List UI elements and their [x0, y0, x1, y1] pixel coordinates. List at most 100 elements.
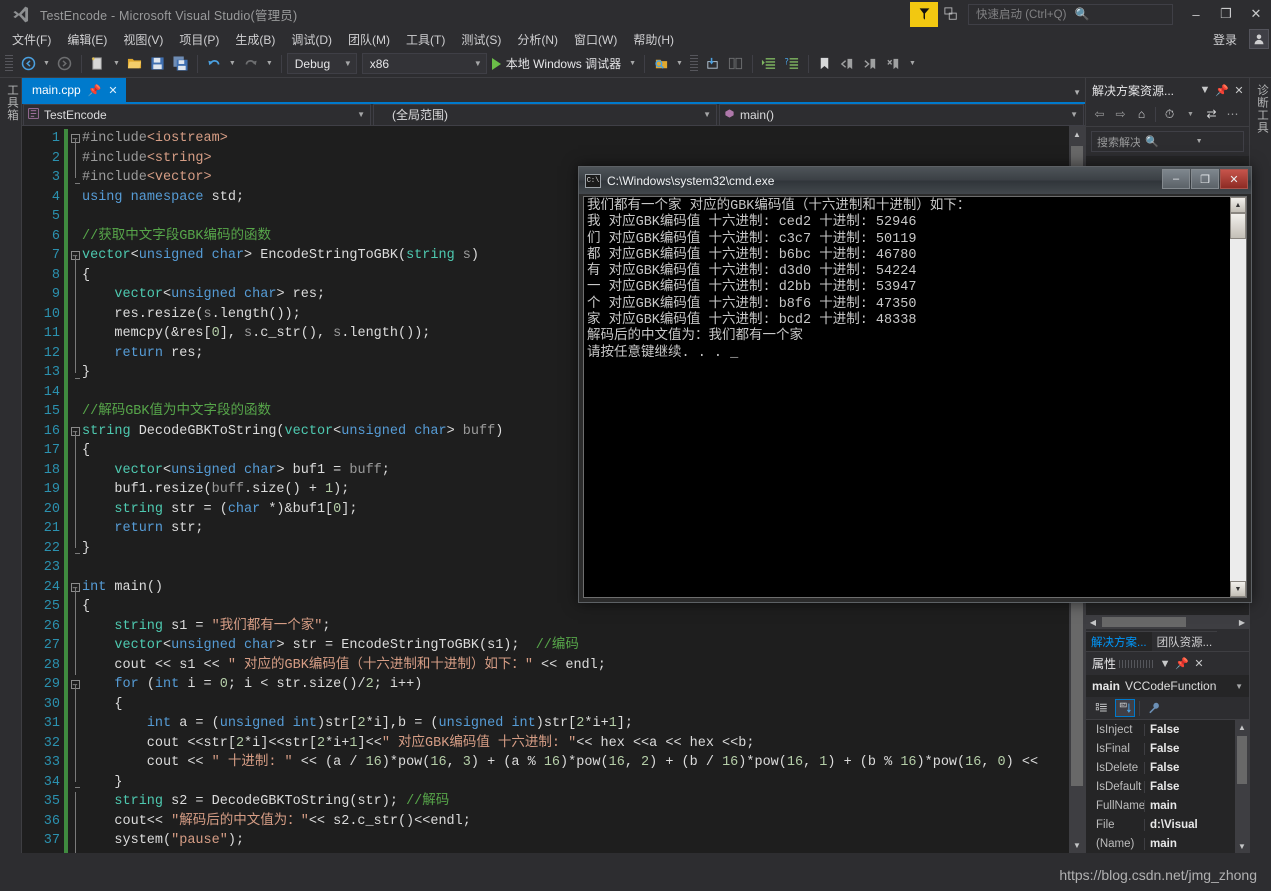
code-line[interactable]: for (int i = 0; i < str.size()/2; i++) — [82, 675, 1085, 695]
outline-marker[interactable]: – — [68, 675, 82, 695]
properties-wrench-icon[interactable] — [1144, 699, 1164, 717]
menu-item-analyze[interactable]: 分析(N) — [509, 29, 566, 50]
prop-scrollbar-thumb[interactable] — [1237, 736, 1247, 784]
navigate-back-icon[interactable] — [17, 53, 39, 75]
menu-item-debug[interactable]: 调试(D) — [283, 29, 340, 50]
bookmark-prev-icon[interactable] — [837, 53, 859, 75]
chevron-down-icon[interactable]: ▼ — [1191, 138, 1243, 145]
console-scrollbar[interactable]: ▲ ▼ — [1229, 197, 1246, 597]
pending-changes-icon[interactable]: ⏱ — [1160, 107, 1179, 122]
property-value[interactable]: False — [1144, 761, 1249, 774]
property-row[interactable]: File d:\Visual — [1086, 815, 1249, 834]
property-row[interactable]: IsDelete False — [1086, 758, 1249, 777]
solution-search-input[interactable]: 搜索解决方案资源管 🔍 ▼ — [1091, 131, 1244, 152]
user-account-icon[interactable] — [1249, 29, 1269, 49]
close-button[interactable]: ✕ — [1241, 0, 1271, 28]
configuration-combo[interactable]: Debug ▼ — [286, 53, 357, 74]
menu-item-file[interactable]: 文件(F) — [4, 29, 59, 50]
property-row[interactable]: FullName main — [1086, 796, 1249, 815]
diagnostic-tools-rail[interactable]: 诊断工具 — [1249, 78, 1271, 853]
feedback-flag-icon[interactable] — [910, 1, 938, 27]
scroll-up-arrow-icon[interactable]: ▲ — [1235, 720, 1249, 734]
close-icon[interactable]: ✕ — [1192, 657, 1206, 670]
navigate-forward-icon[interactable] — [54, 53, 76, 75]
find-dropdown-icon[interactable]: ▼ — [673, 60, 686, 67]
code-line[interactable]: { — [82, 695, 1085, 715]
hscroll-thumb[interactable] — [1102, 617, 1186, 627]
redo-dropdown-icon[interactable]: ▼ — [263, 60, 276, 67]
drag-handle[interactable] — [1119, 659, 1156, 668]
categorized-view-icon[interactable] — [1091, 699, 1111, 717]
console-window[interactable]: C:\ C:\Windows\system32\cmd.exe – ❐ ✕ 我们… — [578, 166, 1252, 603]
code-line[interactable]: int a = (unsigned int)str[2*i],b = (unsi… — [82, 714, 1085, 734]
code-line[interactable]: } — [82, 773, 1085, 793]
scroll-right-arrow-icon[interactable]: ▶ — [1235, 618, 1249, 627]
pin-icon[interactable]: 📌 — [1215, 84, 1229, 97]
scroll-down-arrow-icon[interactable]: ▼ — [1069, 837, 1085, 853]
console-minimize-button[interactable]: – — [1162, 169, 1190, 189]
step-into-icon[interactable] — [702, 53, 724, 75]
quick-launch-input[interactable]: 快速启动 (Ctrl+Q) 🔍 — [968, 3, 1173, 25]
bookmark-overflow-icon[interactable]: ▼ — [906, 60, 919, 67]
property-value[interactable]: False — [1144, 742, 1249, 755]
new-item-dropdown-icon[interactable]: ▼ — [110, 60, 123, 67]
property-value[interactable]: main — [1144, 837, 1249, 850]
comment-icon[interactable]: ? — [781, 53, 803, 75]
nav-project-combo[interactable]: TestEncode ▼ — [23, 103, 371, 126]
scroll-up-arrow-icon[interactable]: ▲ — [1069, 126, 1085, 142]
screen-capture-icon[interactable] — [938, 0, 964, 28]
scroll-up-arrow-icon[interactable]: ▲ — [1230, 197, 1246, 213]
dock-tab-team[interactable]: 团队资源... — [1151, 631, 1218, 651]
outlining-margin[interactable]: – – – – – — [68, 126, 82, 853]
outline-marker[interactable]: – — [68, 422, 82, 441]
code-line[interactable]: return 0; — [82, 851, 1085, 854]
property-value[interactable]: main — [1144, 799, 1249, 812]
back-arrow-icon[interactable]: ⇦ — [1090, 107, 1109, 121]
tab-main-cpp[interactable]: main.cpp 📌 ✕ — [22, 78, 126, 102]
open-file-icon[interactable] — [124, 53, 146, 75]
save-icon[interactable] — [147, 53, 169, 75]
code-line[interactable]: cout << " 十进制: " << (a / 16)*pow(16, 3) … — [82, 753, 1085, 773]
menu-item-help[interactable]: 帮助(H) — [625, 29, 682, 50]
properties-scrollbar[interactable]: ▲ ▼ — [1235, 720, 1249, 853]
outline-marker[interactable]: – — [68, 578, 82, 597]
toolbox-rail[interactable]: 工具箱 — [0, 78, 22, 853]
platform-combo[interactable]: x86 ▼ — [361, 53, 487, 74]
code-line[interactable]: vector<unsigned char> str = EncodeString… — [82, 636, 1085, 656]
forward-arrow-icon[interactable]: ⇨ — [1111, 107, 1130, 121]
console-scrollbar-thumb[interactable] — [1230, 213, 1246, 239]
property-row[interactable]: IsInject False — [1086, 720, 1249, 739]
outline-marker[interactable]: – — [68, 129, 82, 149]
code-line[interactable]: string s2 = DecodeGBKToString(str); //解码 — [82, 792, 1085, 812]
chevron-down-icon[interactable]: ▼ — [1198, 84, 1212, 96]
property-value[interactable]: False — [1144, 723, 1249, 736]
menu-item-team[interactable]: 团队(M) — [340, 29, 398, 50]
overflow-icon[interactable]: ⋯ — [1223, 107, 1242, 121]
code-line[interactable]: cout<< "解码后的中文值为："<< s2.c_str()<<endl; — [82, 812, 1085, 832]
close-icon[interactable]: ✕ — [1232, 84, 1246, 97]
compare-icon[interactable] — [725, 53, 747, 75]
code-line[interactable]: system("pause"); — [82, 831, 1085, 851]
code-line[interactable]: string s1 = "我们都有一个家"; — [82, 617, 1085, 637]
debug-target-dropdown-icon[interactable]: ▼ — [626, 60, 639, 67]
nav-member-combo[interactable]: main() ▼ — [719, 103, 1084, 126]
dock-tab-solution[interactable]: 解决方案... — [1086, 631, 1152, 651]
pin-icon[interactable]: 📌 — [88, 84, 102, 97]
bookmark-next-icon[interactable] — [860, 53, 882, 75]
indent-icon[interactable] — [758, 53, 780, 75]
bookmark-icon[interactable] — [814, 53, 836, 75]
sync-views-icon[interactable]: ⇄ — [1202, 107, 1221, 121]
chevron-down-icon[interactable]: ▼ — [1235, 682, 1243, 691]
chevron-down-icon[interactable]: ▼ — [1181, 111, 1200, 118]
property-rows[interactable]: IsInject False IsFinal False IsDelete False Is… — [1086, 720, 1249, 853]
toolbar-grip[interactable] — [5, 54, 13, 73]
alphabetical-sort-icon[interactable]: AZ — [1115, 699, 1135, 717]
console-title-bar[interactable]: C:\ C:\Windows\system32\cmd.exe – ❐ ✕ — [579, 167, 1251, 194]
save-all-icon[interactable] — [170, 53, 192, 75]
new-item-icon[interactable] — [87, 53, 109, 75]
back-dropdown-icon[interactable]: ▼ — [40, 60, 53, 67]
menu-item-build[interactable]: 生成(B) — [227, 29, 283, 50]
menu-item-project[interactable]: 项目(P) — [171, 29, 227, 50]
property-row[interactable]: IsFinal False — [1086, 739, 1249, 758]
find-in-files-icon[interactable] — [650, 53, 672, 75]
